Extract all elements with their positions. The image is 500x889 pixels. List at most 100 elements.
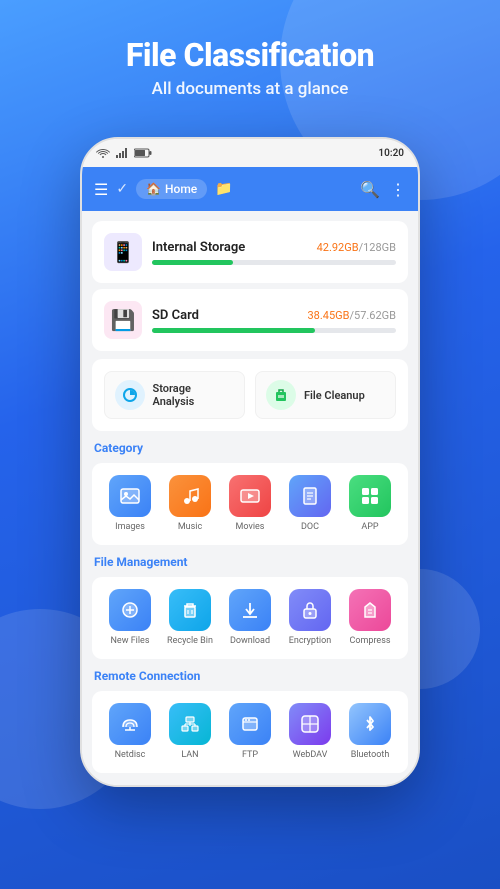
sd-storage-size: 38.45GB/57.62GB bbox=[308, 309, 397, 322]
storage-analysis-icon bbox=[115, 380, 145, 410]
quick-actions: Storage Analysis File Cleanup bbox=[92, 359, 408, 431]
internal-storage-fill bbox=[152, 260, 233, 265]
home-icon: 🏠 bbox=[146, 182, 161, 196]
file-management-card: New Files bbox=[92, 577, 408, 659]
download-icon bbox=[229, 589, 271, 631]
new-files-label: New Files bbox=[111, 636, 150, 647]
encryption-icon bbox=[289, 589, 331, 631]
bluetooth-icon bbox=[349, 703, 391, 745]
internal-storage-info: Internal Storage 42.92GB/128GB bbox=[152, 240, 396, 265]
page-title: File Classification bbox=[20, 38, 480, 73]
hamburger-icon[interactable]: ☰ bbox=[94, 180, 108, 199]
file-cleanup-label: File Cleanup bbox=[304, 389, 365, 402]
file-management-section: File Management New Files bbox=[92, 555, 408, 659]
sd-card-icon: 💾 bbox=[104, 301, 142, 339]
webdav-label: WebDAV bbox=[293, 750, 328, 761]
analysis-svg bbox=[122, 387, 138, 403]
storage-analysis-label: Storage Analysis bbox=[153, 382, 234, 408]
doc-label: DOC bbox=[301, 522, 319, 533]
recycle-bin-icon bbox=[169, 589, 211, 631]
compress-item[interactable]: Compress bbox=[344, 589, 396, 647]
page-header: File Classification All documents at a g… bbox=[0, 0, 500, 119]
page-subtitle: All documents at a glance bbox=[20, 79, 480, 99]
recycle-bin-label: Recycle Bin bbox=[167, 636, 213, 647]
internal-storage-bar bbox=[152, 260, 396, 265]
search-icon[interactable]: 🔍 bbox=[360, 180, 380, 199]
file-management-grid: New Files bbox=[100, 589, 400, 647]
storage-analysis-button[interactable]: Storage Analysis bbox=[104, 371, 245, 419]
doc-item[interactable]: DOC bbox=[284, 475, 336, 533]
home-label: Home bbox=[165, 182, 197, 196]
sd-storage-name: SD Card bbox=[152, 308, 199, 323]
download-item[interactable]: Download bbox=[224, 589, 276, 647]
ftp-label: FTP bbox=[242, 750, 258, 761]
lan-item[interactable]: LAN bbox=[164, 703, 216, 761]
images-icon bbox=[109, 475, 151, 517]
sd-storage-info: SD Card 38.45GB/57.62GB bbox=[152, 308, 396, 333]
encryption-item[interactable]: Encryption bbox=[284, 589, 336, 647]
lan-icon bbox=[169, 703, 211, 745]
file-cleanup-button[interactable]: File Cleanup bbox=[255, 371, 396, 419]
netdisc-icon bbox=[109, 703, 151, 745]
ftp-icon bbox=[229, 703, 271, 745]
more-options-icon[interactable]: ⋮ bbox=[390, 180, 406, 199]
sd-card-storage-card[interactable]: 💾 SD Card 38.45GB/57.62GB bbox=[92, 289, 408, 351]
battery-icon bbox=[134, 148, 152, 158]
home-button[interactable]: 🏠 Home bbox=[136, 179, 207, 199]
app-bar: ☰ ✓ 🏠 Home 📁 🔍 ⋮ bbox=[82, 167, 418, 211]
category-title: Category bbox=[92, 441, 408, 455]
bluetooth-item[interactable]: Bluetooth bbox=[344, 703, 396, 761]
images-label: Images bbox=[115, 522, 145, 533]
recycle-bin-item[interactable]: Recycle Bin bbox=[164, 589, 216, 647]
netdisc-item[interactable]: Netdisc bbox=[104, 703, 156, 761]
category-grid: Images Music bbox=[100, 475, 400, 533]
internal-storage-size: 42.92GB/128GB bbox=[317, 241, 396, 254]
bluetooth-label: Bluetooth bbox=[351, 750, 390, 761]
status-bar: 10:20 bbox=[82, 139, 418, 167]
download-label: Download bbox=[230, 636, 270, 647]
doc-icon bbox=[289, 475, 331, 517]
app-item[interactable]: APP bbox=[344, 475, 396, 533]
file-management-title: File Management bbox=[92, 555, 408, 569]
movies-item[interactable]: Movies bbox=[224, 475, 276, 533]
movies-label: Movies bbox=[236, 522, 265, 533]
cleanup-svg bbox=[273, 387, 289, 403]
music-icon bbox=[169, 475, 211, 517]
file-cleanup-icon bbox=[266, 380, 296, 410]
images-item[interactable]: Images bbox=[104, 475, 156, 533]
lan-label: LAN bbox=[181, 750, 198, 761]
internal-storage-icon: 📱 bbox=[104, 233, 142, 271]
netdisc-label: Netdisc bbox=[115, 750, 146, 761]
phone-content: 📱 Internal Storage 42.92GB/128GB 💾 SD bbox=[82, 211, 418, 787]
webdav-icon bbox=[289, 703, 331, 745]
check-icon[interactable]: ✓ bbox=[116, 181, 128, 197]
app-bar-left: ☰ ✓ 🏠 Home 📁 bbox=[94, 179, 352, 199]
remote-connection-title: Remote Connection bbox=[92, 669, 408, 683]
status-left bbox=[96, 148, 152, 158]
remote-connection-grid: Netdisc bbox=[100, 703, 400, 761]
sd-storage-bar bbox=[152, 328, 396, 333]
sd-storage-fill bbox=[152, 328, 315, 333]
new-files-item[interactable]: New Files bbox=[104, 589, 156, 647]
internal-storage-name: Internal Storage bbox=[152, 240, 245, 255]
app-label: APP bbox=[361, 522, 378, 533]
phone-mockup: 10:20 ☰ ✓ 🏠 Home 📁 🔍 ⋮ 📱 bbox=[0, 137, 500, 787]
app-icon bbox=[349, 475, 391, 517]
encryption-label: Encryption bbox=[289, 636, 331, 647]
ftp-item[interactable]: FTP bbox=[224, 703, 276, 761]
category-section: Category Ima bbox=[92, 441, 408, 545]
internal-storage-card[interactable]: 📱 Internal Storage 42.92GB/128GB bbox=[92, 221, 408, 283]
remote-connection-card: Netdisc bbox=[92, 691, 408, 773]
wifi-icon bbox=[96, 148, 110, 158]
music-label: Music bbox=[178, 522, 202, 533]
webdav-item[interactable]: WebDAV bbox=[284, 703, 336, 761]
folder-icon: 📁 bbox=[215, 181, 232, 197]
compress-label: Compress bbox=[350, 636, 391, 647]
music-item[interactable]: Music bbox=[164, 475, 216, 533]
remote-connection-section: Remote Connection bbox=[92, 669, 408, 773]
phone-frame: 10:20 ☰ ✓ 🏠 Home 📁 🔍 ⋮ 📱 bbox=[80, 137, 420, 787]
category-card: Images Music bbox=[92, 463, 408, 545]
movies-icon bbox=[229, 475, 271, 517]
status-time: 10:20 bbox=[378, 148, 404, 159]
signal-icon bbox=[116, 148, 128, 158]
